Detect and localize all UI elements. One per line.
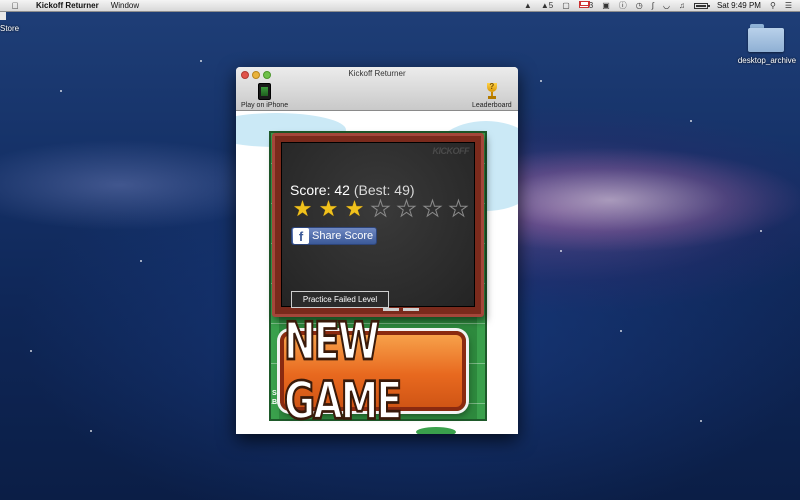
star-rating: ★ ★ ★ ★ ★ ★ ★	[290, 196, 471, 221]
folder-label[interactable]: desktop_archive	[736, 56, 798, 66]
drive-icon[interactable]: ▲5	[541, 1, 553, 10]
new-game-button[interactable]: NEW GAME	[280, 310, 466, 432]
play-on-iphone-button[interactable]: Play on iPhone	[241, 83, 288, 109]
menu-tray: ▲ ▲5 ▢ 3 ▣ ⓘ ◷ ∫ ◡ ♫ Sat 9:49 PM ⚲ ☰	[524, 0, 800, 11]
alert-icon[interactable]: ⓘ	[619, 0, 627, 11]
score-board: KICKOFF Score: 42 (Best: 49) ★ ★ ★ ★ ★ ★ ★ f S…	[281, 142, 475, 308]
notes-icon[interactable]: ▣	[602, 1, 610, 10]
menu-app-name[interactable]: Kickoff Returner	[36, 1, 99, 10]
store-label[interactable]: Store	[0, 24, 19, 33]
iphone-icon	[258, 83, 272, 100]
play-on-iphone-label: Play on iPhone	[241, 102, 289, 109]
star-empty-icon: ★	[370, 196, 391, 221]
practice-failed-level-button[interactable]: Practice Failed Level	[291, 291, 389, 308]
menu-bar:  Kickoff Returner Window ▲ ▲5 ▢ 3 ▣ ⓘ ◷…	[0, 0, 800, 12]
star-filled-icon: ★	[344, 196, 365, 221]
bluetooth-icon[interactable]: ∫	[652, 1, 654, 10]
notification-list-icon[interactable]: ☰	[785, 1, 792, 10]
score-panel: KICKOFF Score: 42 (Best: 49) ★ ★ ★ ★ ★ ★ ★ f S…	[272, 133, 484, 317]
dropbox-icon[interactable]: ▲	[524, 1, 532, 10]
wifi-icon[interactable]: ◡	[663, 1, 670, 10]
board-footer	[283, 307, 479, 311]
star-filled-icon: ★	[292, 196, 313, 221]
game-logo: KICKOFF	[432, 146, 470, 156]
volume-icon[interactable]: ♫	[679, 1, 685, 10]
menu-clock[interactable]: Sat 9:49 PM	[717, 1, 761, 10]
time-machine-icon[interactable]: ◷	[636, 1, 643, 10]
app-window: Kickoff Returner Play on iPhone ? Leader…	[236, 67, 518, 434]
window-icon[interactable]: ▢	[562, 1, 570, 10]
store-icon[interactable]	[0, 12, 6, 20]
folder-icon[interactable]	[748, 24, 784, 52]
grass-decoration	[416, 427, 456, 434]
star-empty-icon: ★	[396, 196, 417, 221]
window-title: Kickoff Returner	[348, 69, 406, 78]
facebook-icon: f	[293, 228, 309, 244]
leaderboard-label: Leaderboard	[472, 102, 512, 109]
leaderboard-button[interactable]: ? Leaderboard	[472, 82, 512, 109]
gmail-icon[interactable]: 3	[578, 1, 593, 10]
apple-menu-icon[interactable]: 	[8, 1, 22, 11]
spotlight-icon[interactable]: ⚲	[770, 1, 776, 10]
star-empty-icon: ★	[448, 196, 469, 221]
window-titlebar[interactable]: Kickoff Returner Play on iPhone ? Leader…	[236, 67, 518, 111]
star-empty-icon: ★	[422, 196, 443, 221]
menu-window[interactable]: Window	[111, 1, 139, 10]
star-filled-icon: ★	[318, 196, 339, 221]
battery-icon[interactable]	[693, 2, 710, 9]
trophy-icon: ?	[484, 82, 500, 100]
share-score-button[interactable]: f Share Score	[291, 227, 377, 245]
drive-count: 5	[548, 1, 554, 10]
new-game-label: NEW GAME	[283, 310, 403, 431]
share-score-label: Share Score	[312, 230, 374, 242]
game-area: KICKOFF Score: 42 (Best: 49) ★ ★ ★ ★ ★ ★ ★ f S…	[236, 111, 518, 434]
